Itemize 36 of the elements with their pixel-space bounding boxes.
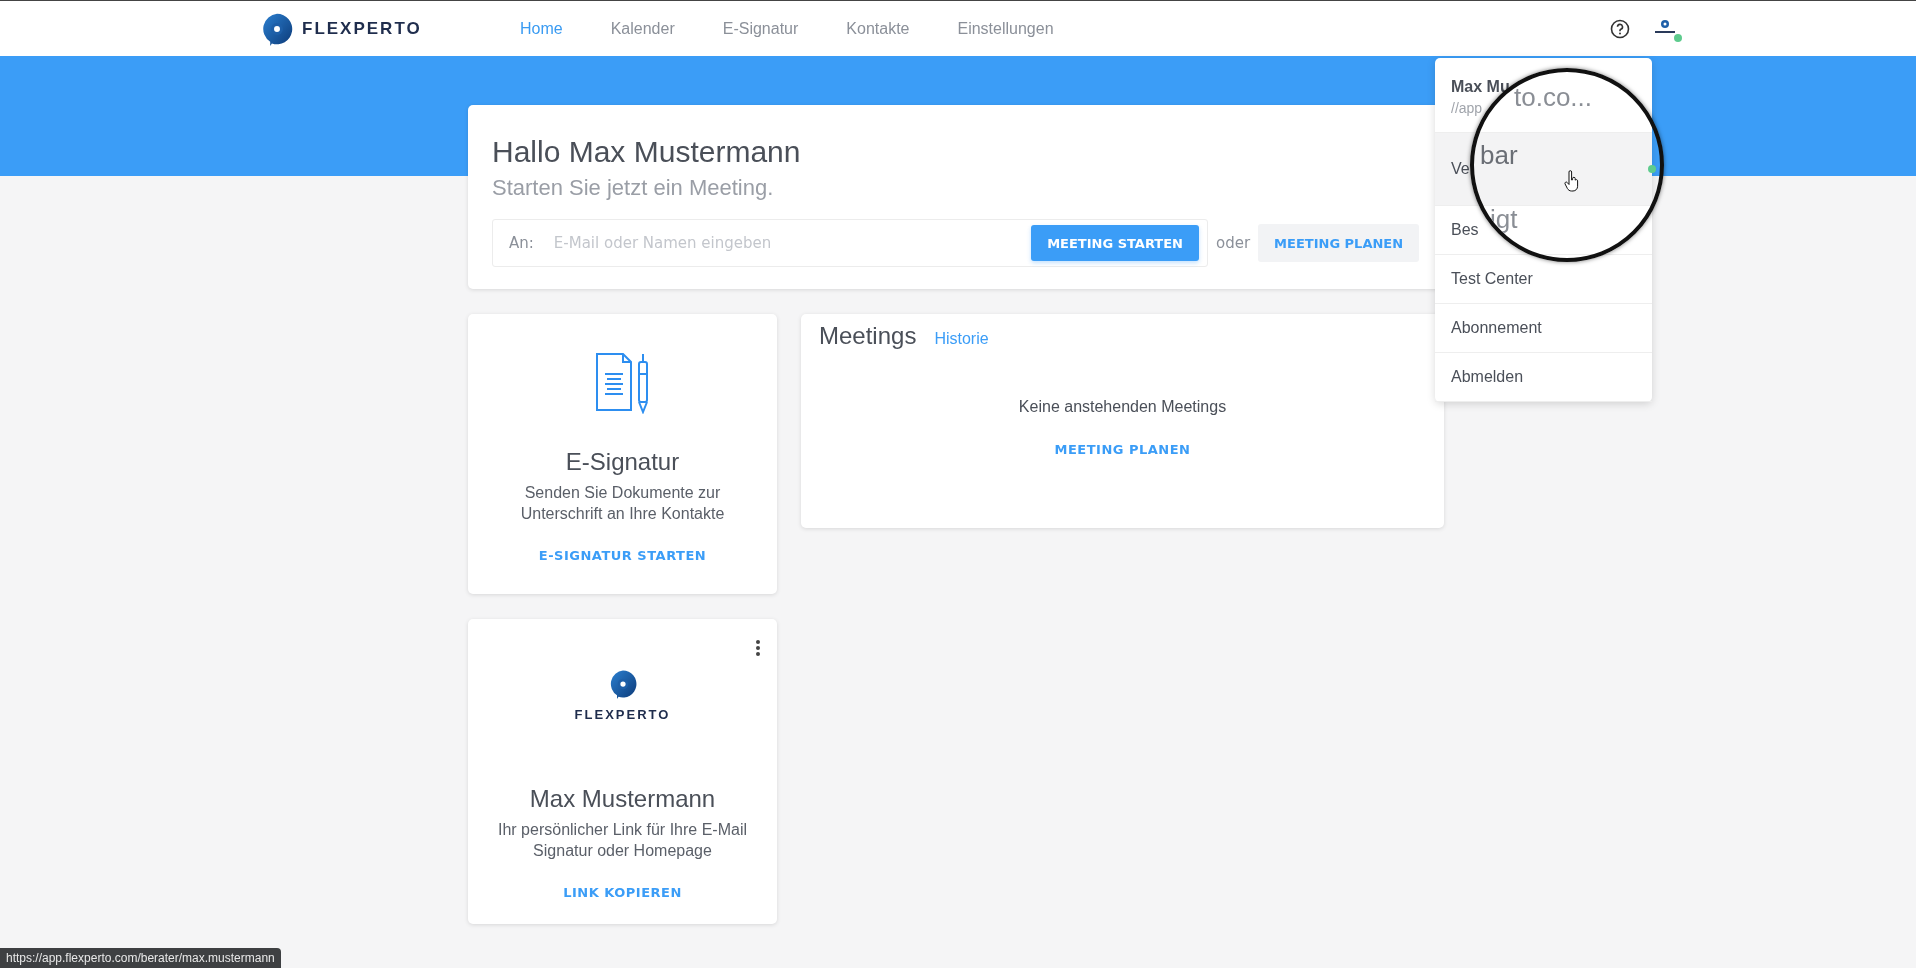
magnified-text: to.co...: [1514, 82, 1593, 113]
hand-cursor-icon: [1564, 170, 1580, 192]
plan-meeting-link[interactable]: MEETING PLANEN: [1054, 442, 1191, 457]
help-icon[interactable]: [1610, 18, 1630, 39]
brand-name: FLEXPERTO: [574, 707, 671, 722]
card-description: Ihr persönlicher Link für Ihre E-Mail Signatur oder Homepage: [497, 820, 748, 861]
logo-icon: [260, 11, 294, 46]
history-link[interactable]: Historie: [934, 330, 989, 348]
menu-item[interactable]: Test Center: [1435, 255, 1652, 304]
status-bar-url: https://app.flexperto.com/berater/max.mustermann: [0, 948, 281, 968]
greeting-title: Hallo Max Mustermann: [492, 135, 802, 169]
nav-link[interactable]: Einstellungen: [957, 19, 1054, 38]
magnified-text: bar: [1480, 140, 1518, 171]
profile-name: Max Mustermann: [529, 785, 716, 813]
user-url: //app: [1451, 100, 1484, 116]
meetings-title: Meetings: [819, 322, 917, 350]
or-label: oder: [1216, 234, 1251, 252]
start-meeting-button[interactable]: MEETING STARTEN: [1031, 225, 1199, 261]
brand-name[interactable]: FLEXPERTO: [302, 18, 422, 39]
nav-link[interactable]: E-Signatur: [722, 19, 799, 38]
card-description: Senden Sie Dokumente zur Unterschrift an Ihre Kontakte: [519, 483, 726, 524]
document-pen-icon: [594, 352, 651, 414]
greeting-subtitle: Starten Sie jetzt ein Meeting.: [492, 175, 775, 201]
menu-item[interactable]: Abmelden: [1435, 353, 1652, 402]
to-label: An:: [509, 234, 534, 252]
more-options-icon[interactable]: [755, 639, 761, 657]
nav-link[interactable]: Home: [520, 19, 563, 38]
copy-link-link[interactable]: LINK KOPIEREN: [563, 885, 682, 900]
empty-state-text: Keine anstehenden Meetings: [1018, 398, 1227, 416]
nav-link[interactable]: Kontakte: [846, 19, 910, 38]
nav-link[interactable]: Kalender: [610, 19, 675, 38]
start-e-signature-link[interactable]: E-SIGNATUR STARTEN: [538, 548, 707, 563]
plan-meeting-button[interactable]: MEETING PLANEN: [1258, 224, 1420, 262]
recipient-field[interactable]: An: E-Mail oder Namen eingeben MEETING STARTEN: [492, 219, 1208, 267]
card-title: E-Signatur: [565, 448, 680, 476]
menu-item[interactable]: Abonnement: [1435, 304, 1652, 353]
